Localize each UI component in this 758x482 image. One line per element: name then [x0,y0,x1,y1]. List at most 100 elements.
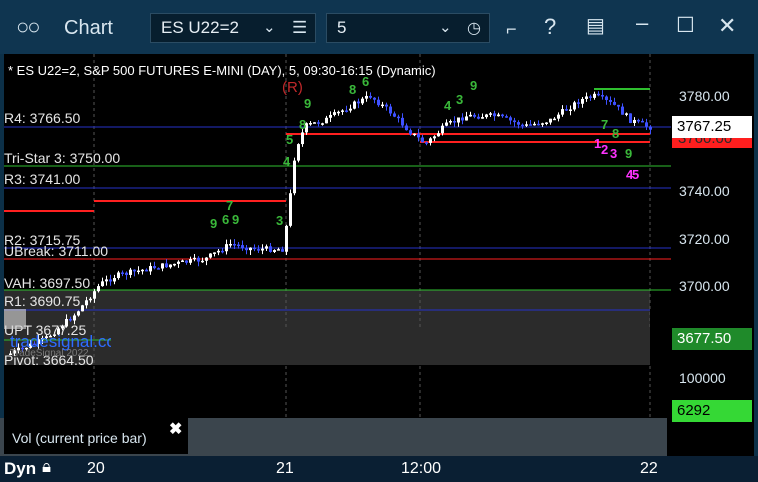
candle-body [433,136,436,139]
candle-body [425,142,428,144]
candle-body [269,246,272,252]
pin-icon[interactable]: ⌐ [506,20,517,38]
list-menu-icon[interactable]: ☰ [292,18,307,38]
candle-body [225,244,228,252]
tri-count-green: 7 [226,198,234,213]
candle-body [605,96,608,100]
candle-body [621,106,624,115]
candle-body [341,110,344,112]
tri-count-green: 3 [276,213,284,228]
candle-body [445,122,448,126]
layout-menu-icon[interactable]: ▤ [586,16,605,36]
symbol-value: ES U22=2 [161,18,239,37]
close-icon[interactable]: ✕ [718,15,736,37]
candle-body [369,95,372,98]
r-marker: (R) [282,79,303,96]
candle-body [121,272,124,274]
candle-body [513,120,516,123]
help-icon[interactable]: ? [544,16,556,38]
lock-icon[interactable]: 🔒︎ [42,457,51,477]
candle-body [165,263,168,268]
clock-icon[interactable]: ◷ [467,18,481,38]
candle-body [501,114,504,117]
candle-body [453,121,456,123]
candle-body [381,104,384,107]
candle-body [641,120,644,123]
candle-body [389,106,392,114]
candle-body [581,98,584,104]
candle-body [609,99,612,102]
close-icon[interactable]: ✖ [169,419,182,439]
maximize-icon[interactable]: ☐ [676,15,695,36]
candle-body [189,259,192,263]
price-mask [111,329,651,365]
time-axis-bar[interactable]: Dyn 🔒︎ 20 21 12:00 22 [0,456,758,482]
candle-body [649,126,652,130]
candle-body [357,101,360,104]
candle-body [405,125,408,131]
candle-body [337,111,340,114]
candle-body [365,95,368,99]
candle-body [109,279,112,282]
watermark-box [4,309,26,329]
candle-body [253,247,256,250]
candle-body [457,117,460,123]
price-axis[interactable]: 3780.00 3740.00 3720.00 3700.00 3760.00 … [671,54,754,456]
chevron-down-icon[interactable]: ⌄ [263,18,276,36]
candle-body [505,116,508,118]
candle-body [577,102,580,104]
tri-count-green: 8 [299,117,307,132]
candle-body [533,123,536,126]
chevron-down-icon[interactable]: ⌄ [439,18,452,36]
candle-body [249,247,252,251]
candle-body [449,121,452,123]
minimize-icon[interactable]: – [636,12,648,34]
candle-body [461,117,464,121]
interval-selector[interactable]: 5 ⌄ ◷ [326,13,490,43]
indicator-legend[interactable]: Vol (current price bar) [4,418,188,454]
candle-body [197,257,200,262]
level-label-ubreak: UBreak: 3711.00 [4,243,109,259]
dyn-label[interactable]: Dyn [4,459,36,479]
candle-body [237,244,240,247]
candle-body [285,225,288,252]
candle-body [497,114,500,117]
candle-body [153,266,156,269]
candle-body [293,160,296,194]
candle-body [573,102,576,110]
candle-body [321,123,324,125]
y-tick-label: 3780.00 [679,88,730,104]
candle-body [133,269,136,272]
upt-price-box: 3677.50 [672,328,752,350]
candle-body [585,96,588,99]
candle-body [273,250,276,252]
x-tick-label: 20 [87,460,105,477]
volume-tick-label: 100000 [679,370,726,386]
price-plot[interactable]: (R) * ES U22=2, S&P 500 FUTURES E-MINI (… [4,54,671,421]
candle-body [261,248,264,251]
tri-count-green: 9 [470,78,478,93]
candle-body [333,112,336,115]
candle-body [477,116,480,119]
candle-body [173,263,176,266]
candle-body [441,125,444,134]
candle-body [541,123,544,125]
symbol-selector[interactable]: ES U22=2 ⌄ ☰ [150,13,316,43]
candle-body [193,257,196,260]
link-group-icon[interactable]: ○○ [16,16,41,38]
chart-window: ○○ Chart ES U22=2 ⌄ ☰ 5 ⌄ ◷ ⌐ ? ▤ – ☐ ✕ [0,0,758,482]
tri-count-green: 4 [283,154,291,169]
candle-body [409,130,412,135]
candle-body [465,116,468,121]
candle-body [141,269,144,272]
candle-body [117,272,120,279]
candle-body [637,119,640,122]
candle-body [289,193,292,226]
tri-count-green: 9 [625,146,633,161]
candle-body [473,114,476,117]
candle-body [429,138,432,143]
candle-body [589,96,592,98]
price-chart-svg: (R) [4,54,671,421]
candle-body [161,263,164,269]
candle-body [481,117,484,119]
